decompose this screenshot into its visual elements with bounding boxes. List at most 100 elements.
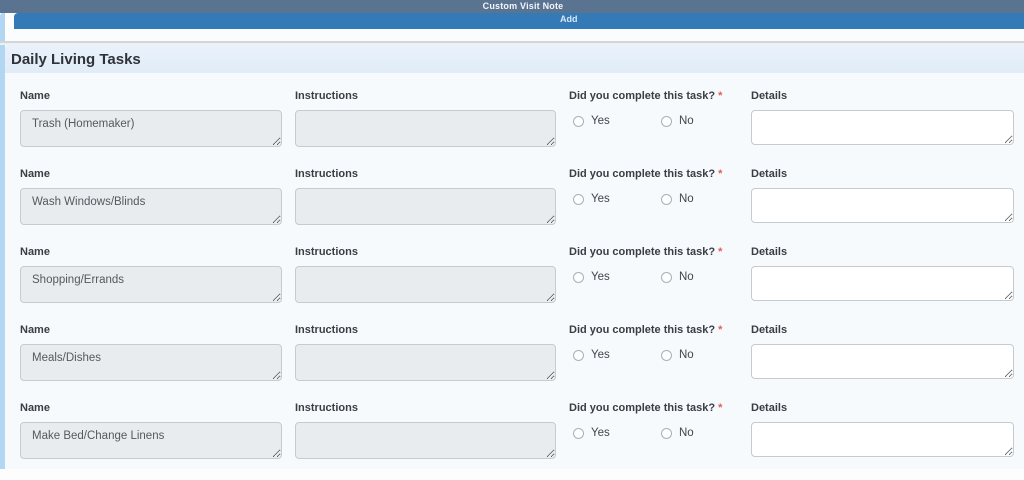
details-textarea[interactable] xyxy=(751,344,1014,379)
name-textarea[interactable]: Wash Windows/Blinds xyxy=(20,188,282,225)
details-label: Details xyxy=(751,90,1014,102)
instructions-label: Instructions xyxy=(295,90,556,102)
yes-radio[interactable] xyxy=(573,272,584,283)
question-label-text: Did you complete this task? xyxy=(569,246,715,258)
instructions-column: Instructions xyxy=(295,324,556,381)
question-label-text: Did you complete this task? xyxy=(569,402,715,414)
radio-line: Yes No xyxy=(569,427,744,441)
instructions-textarea[interactable] xyxy=(295,344,556,381)
question-label-text: Did you complete this task? xyxy=(569,90,715,102)
yes-option[interactable]: Yes xyxy=(573,193,610,205)
name-column: Name Wash Windows/Blinds xyxy=(20,168,282,225)
name-column: Name Meals/Dishes xyxy=(20,324,282,381)
no-option[interactable]: No xyxy=(661,427,694,439)
no-label: No xyxy=(679,193,694,205)
task-row: Name Shopping/Errands Instructions Did y… xyxy=(5,246,1024,324)
question-column: Did you complete this task?* Yes No xyxy=(569,246,744,258)
name-textarea[interactable]: Trash (Homemaker) xyxy=(20,110,282,147)
top-header-bar: Custom Visit Note xyxy=(0,0,1024,13)
name-label: Name xyxy=(20,246,282,258)
instructions-label: Instructions xyxy=(295,246,556,258)
instructions-column: Instructions xyxy=(295,246,556,303)
question-column: Did you complete this task?* Yes No xyxy=(569,324,744,336)
details-textarea[interactable] xyxy=(751,188,1014,223)
details-column: Details xyxy=(751,168,1014,223)
yes-radio[interactable] xyxy=(573,428,584,439)
instructions-label: Instructions xyxy=(295,168,556,180)
task-rows: Name Trash (Homemaker) Instructions Did … xyxy=(5,73,1024,480)
question-label: Did you complete this task?* xyxy=(569,90,744,102)
details-label: Details xyxy=(751,168,1014,180)
question-label: Did you complete this task?* xyxy=(569,402,744,414)
task-row: Name Wash Windows/Blinds Instructions Di… xyxy=(5,168,1024,246)
name-label: Name xyxy=(20,324,282,336)
details-textarea[interactable] xyxy=(751,110,1014,145)
yes-label: Yes xyxy=(591,271,610,283)
required-asterisk: * xyxy=(718,324,722,336)
details-label: Details xyxy=(751,402,1014,414)
required-asterisk: * xyxy=(718,168,722,180)
required-asterisk: * xyxy=(718,90,722,102)
question-column: Did you complete this task?* Yes No xyxy=(569,402,744,414)
instructions-textarea[interactable] xyxy=(295,266,556,303)
no-radio[interactable] xyxy=(661,116,672,127)
add-button[interactable]: Add xyxy=(560,14,578,24)
instructions-column: Instructions xyxy=(295,90,556,147)
task-row: Name Make Bed/Change Linens Instructions… xyxy=(5,402,1024,480)
details-column: Details xyxy=(751,90,1014,145)
yes-label: Yes xyxy=(591,115,610,127)
question-label: Did you complete this task?* xyxy=(569,168,744,180)
instructions-textarea[interactable] xyxy=(295,422,556,459)
instructions-textarea[interactable] xyxy=(295,110,556,147)
yes-option[interactable]: Yes xyxy=(573,427,610,439)
no-option[interactable]: No xyxy=(661,271,694,283)
top-bar-title: Custom Visit Note xyxy=(483,1,564,11)
question-label: Did you complete this task?* xyxy=(569,246,744,258)
section-title: Daily Living Tasks xyxy=(11,51,141,68)
details-column: Details xyxy=(751,402,1014,457)
question-column: Did you complete this task?* Yes No xyxy=(569,168,744,180)
name-label: Name xyxy=(20,402,282,414)
name-label: Name xyxy=(20,90,282,102)
radio-line: Yes No xyxy=(569,349,744,363)
yes-option[interactable]: Yes xyxy=(573,349,610,361)
yes-radio[interactable] xyxy=(573,350,584,361)
instructions-label: Instructions xyxy=(295,324,556,336)
radio-line: Yes No xyxy=(569,193,744,207)
yes-radio[interactable] xyxy=(573,116,584,127)
details-column: Details xyxy=(751,246,1014,301)
question-column: Did you complete this task?* Yes No xyxy=(569,90,744,102)
no-radio[interactable] xyxy=(661,350,672,361)
name-textarea[interactable]: Meals/Dishes xyxy=(20,344,282,381)
no-radio[interactable] xyxy=(661,272,672,283)
name-label: Name xyxy=(20,168,282,180)
details-column: Details xyxy=(751,324,1014,379)
details-textarea[interactable] xyxy=(751,266,1014,301)
instructions-textarea[interactable] xyxy=(295,188,556,225)
task-row: Name Trash (Homemaker) Instructions Did … xyxy=(5,90,1024,168)
details-label: Details xyxy=(751,246,1014,258)
yes-option[interactable]: Yes xyxy=(573,115,610,127)
instructions-label: Instructions xyxy=(295,402,556,414)
no-label: No xyxy=(679,115,694,127)
question-label-text: Did you complete this task? xyxy=(569,168,715,180)
add-bar: Add xyxy=(14,13,1024,29)
name-textarea[interactable]: Make Bed/Change Linens xyxy=(20,422,282,459)
daily-living-tasks-panel: Daily Living Tasks Name Trash (Homemaker… xyxy=(5,45,1024,469)
yes-label: Yes xyxy=(591,193,610,205)
no-option[interactable]: No xyxy=(661,349,694,361)
yes-option[interactable]: Yes xyxy=(573,271,610,283)
no-label: No xyxy=(679,427,694,439)
panel-top-gap xyxy=(8,29,1024,41)
yes-label: Yes xyxy=(591,349,610,361)
section-header: Daily Living Tasks xyxy=(5,45,1024,73)
no-option[interactable]: No xyxy=(661,193,694,205)
name-column: Name Shopping/Errands xyxy=(20,246,282,303)
details-textarea[interactable] xyxy=(751,422,1014,457)
question-label-text: Did you complete this task? xyxy=(569,324,715,336)
no-radio[interactable] xyxy=(661,428,672,439)
no-radio[interactable] xyxy=(661,194,672,205)
yes-radio[interactable] xyxy=(573,194,584,205)
name-textarea[interactable]: Shopping/Errands xyxy=(20,266,282,303)
no-option[interactable]: No xyxy=(661,115,694,127)
